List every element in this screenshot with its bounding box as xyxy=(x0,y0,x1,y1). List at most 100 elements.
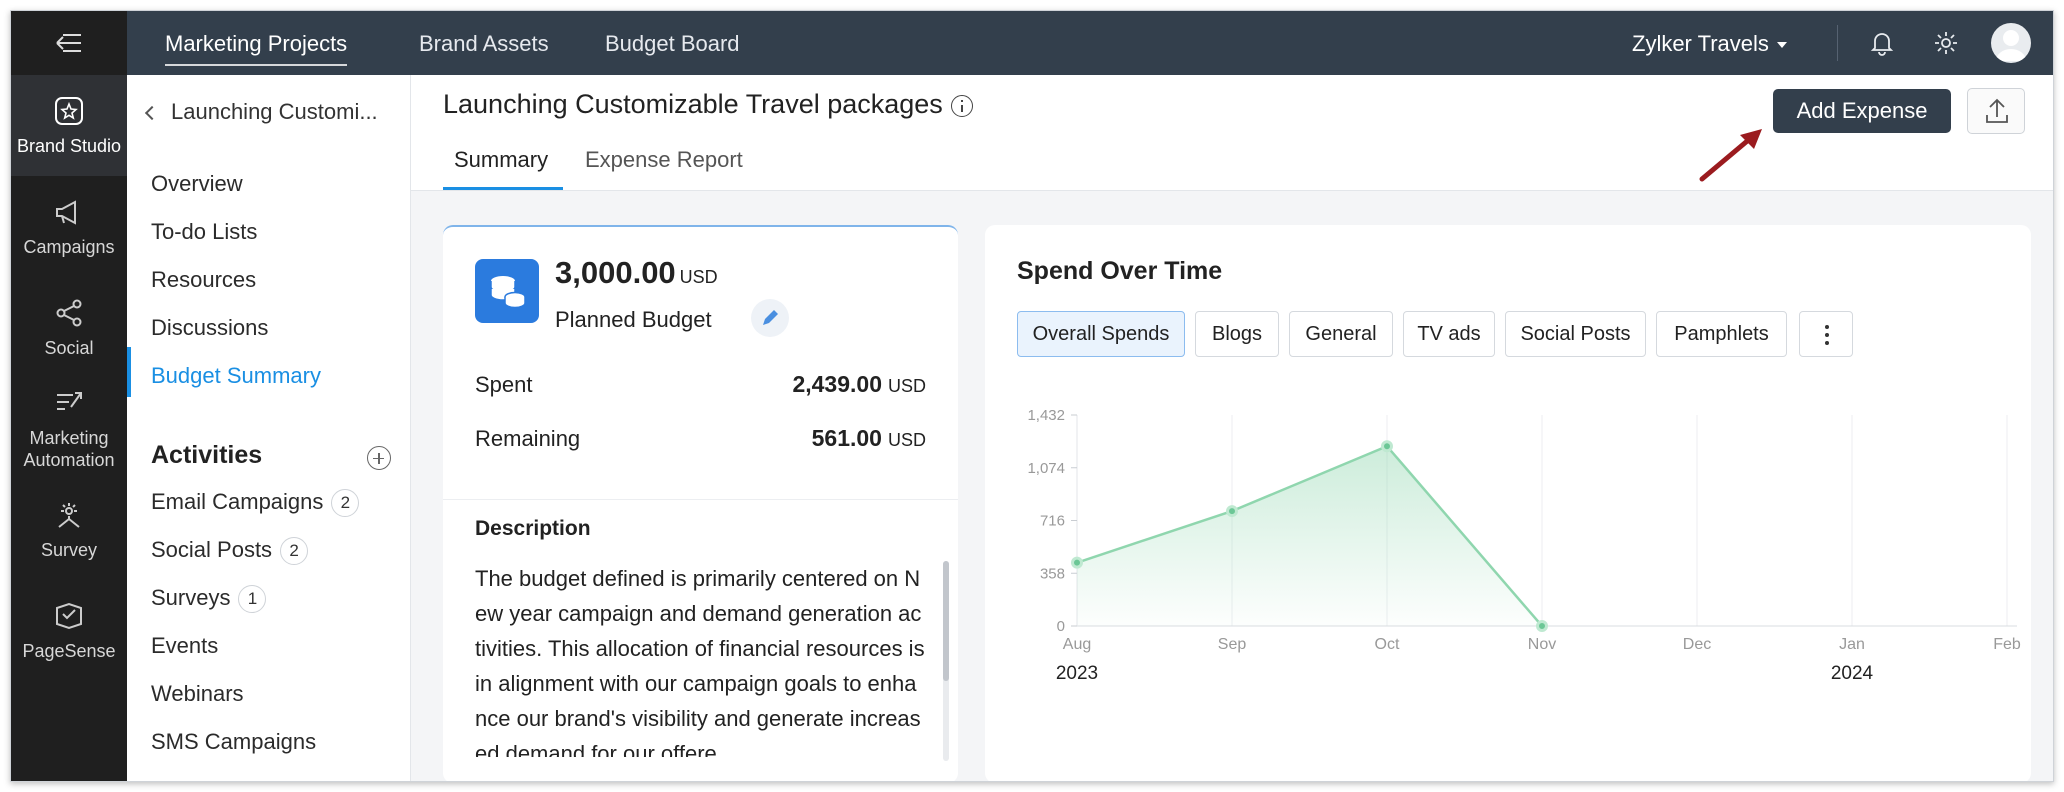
sidebar-item-todo-lists[interactable]: To-do Lists xyxy=(151,219,257,245)
app-window: Brand Studio Campaigns Social Marketing … xyxy=(10,10,2054,782)
main-content: Launching Customizable Travel packages S… xyxy=(411,75,2053,781)
brand-studio-icon xyxy=(55,96,83,125)
upload-icon xyxy=(1986,98,2008,123)
project-sidebar: Launching Customi... Overview To-do List… xyxy=(127,75,411,781)
org-name: Zylker Travels xyxy=(1632,31,1769,56)
active-indicator xyxy=(127,347,131,397)
tab-brand-assets[interactable]: Brand Assets xyxy=(419,31,549,57)
scrollbar-thumb[interactable] xyxy=(943,561,949,681)
spent-value: 2,439.00 USD xyxy=(792,371,926,398)
y-tick-label: 0 xyxy=(1057,618,1065,635)
chevron-left-icon xyxy=(144,106,160,121)
activity-social-posts[interactable]: Social Posts 2 xyxy=(151,537,309,566)
activity-sms-campaigns[interactable]: SMS Campaigns xyxy=(151,729,316,755)
page-header: Launching Customizable Travel packages S… xyxy=(411,75,2053,191)
y-tick-label: 1,432 xyxy=(1027,407,1065,424)
rail-item-survey[interactable]: Survey xyxy=(11,479,127,580)
rail-item-pagesense[interactable]: PageSense xyxy=(11,580,127,681)
currency: USD xyxy=(887,430,926,450)
org-switcher[interactable]: Zylker Travels xyxy=(1632,31,1787,57)
description-heading: Description xyxy=(475,517,591,540)
project-back-link[interactable]: Launching Customi... xyxy=(144,99,378,125)
year-label: 2023 xyxy=(1056,663,1098,684)
divider xyxy=(443,499,958,500)
rail-item-social[interactable]: Social xyxy=(11,277,127,378)
filter-blogs[interactable]: Blogs xyxy=(1195,311,1279,357)
share-icon xyxy=(56,299,82,326)
pagesense-icon xyxy=(56,602,82,629)
tab-marketing-projects[interactable]: Marketing Projects xyxy=(165,31,348,66)
count-badge: 1 xyxy=(238,585,267,614)
gear-icon[interactable] xyxy=(1933,30,1959,56)
sidebar-item-resources[interactable]: Resources xyxy=(151,267,256,293)
annotation-arrow-icon xyxy=(1699,129,1762,182)
tab-expense-report[interactable]: Expense Report xyxy=(585,147,743,173)
filter-social-posts[interactable]: Social Posts xyxy=(1505,311,1646,357)
data-point xyxy=(1536,620,1548,632)
remaining-value: 561.00 USD xyxy=(812,425,926,452)
activity-label: Email Campaigns xyxy=(151,489,324,514)
sidebar-item-discussions[interactable]: Discussions xyxy=(151,315,268,341)
add-expense-button[interactable]: Add Expense xyxy=(1773,89,1951,133)
activity-surveys[interactable]: Surveys 1 xyxy=(151,585,267,614)
y-tick-label: 716 xyxy=(1040,513,1065,530)
budget-card: 3,000.00 USD Planned Budget Spent 2,439.0… xyxy=(443,225,958,781)
currency: USD xyxy=(679,267,718,287)
spent-label: Spent xyxy=(475,372,533,397)
amount-value: 3,000.00 xyxy=(555,255,676,290)
edit-budget-button[interactable] xyxy=(751,299,789,337)
page-title-text: Launching Customizable Travel packages xyxy=(443,89,943,119)
count-badge: 2 xyxy=(331,489,360,518)
spend-over-time-card: Spend Over Time Overall Spends Blogs Gen… xyxy=(985,225,2031,781)
add-activity-icon[interactable] xyxy=(367,446,391,470)
x-tick-label: Aug xyxy=(1063,636,1091,653)
tab-budget-board[interactable]: Budget Board xyxy=(605,31,740,57)
y-tick-label: 1,074 xyxy=(1027,460,1065,477)
rail-item-marketing-automation[interactable]: Marketing Automation xyxy=(11,378,127,479)
rail-label: Campaigns xyxy=(23,236,115,257)
rail-item-brand-studio[interactable]: Brand Studio xyxy=(11,75,127,176)
activities-heading: Activities xyxy=(151,441,263,469)
sidebar-item-overview[interactable]: Overview xyxy=(151,171,243,197)
dot xyxy=(1825,333,1829,337)
filter-tv-ads[interactable]: TV ads xyxy=(1403,311,1495,357)
bell-icon[interactable] xyxy=(1869,30,1895,56)
spent-amount: 2,439.00 xyxy=(792,371,882,397)
remaining-amount: 561.00 xyxy=(811,425,882,451)
activity-webinars[interactable]: Webinars xyxy=(151,681,244,707)
tab-summary[interactable]: Summary xyxy=(454,147,548,173)
description-text: The budget defined is primarily centered… xyxy=(475,566,925,757)
export-button[interactable] xyxy=(1967,88,2025,134)
activity-label: Social Posts xyxy=(151,537,273,562)
filter-overall-spends[interactable]: Overall Spends xyxy=(1017,311,1185,357)
y-tick-label: 358 xyxy=(1040,565,1065,582)
chart-title: Spend Over Time xyxy=(1017,257,1223,285)
dot xyxy=(1825,341,1829,345)
currency: USD xyxy=(887,376,926,396)
x-tick-label: Feb xyxy=(1993,636,2021,653)
data-point xyxy=(1071,556,1083,569)
count-badge: 2 xyxy=(280,537,309,566)
megaphone-icon xyxy=(56,199,76,225)
active-tab-underline xyxy=(443,187,563,190)
activity-events[interactable]: Events xyxy=(151,633,218,659)
data-point xyxy=(1226,505,1238,518)
dot xyxy=(1825,325,1829,329)
activity-email-campaigns[interactable]: Email Campaigns 2 xyxy=(151,489,360,518)
menu-collapse-icon[interactable] xyxy=(11,11,127,75)
filter-general[interactable]: General xyxy=(1289,311,1393,357)
more-options-button[interactable] xyxy=(1799,311,1853,357)
info-icon[interactable] xyxy=(950,94,973,117)
divider xyxy=(1837,25,1838,61)
x-tick-label: Jan xyxy=(1839,636,1865,653)
x-tick-label: Sep xyxy=(1218,636,1247,653)
rail-item-campaigns[interactable]: Campaigns xyxy=(11,176,127,277)
avatar[interactable] xyxy=(1991,23,2031,63)
filter-pamphlets[interactable]: Pamphlets xyxy=(1656,311,1787,357)
survey-icon xyxy=(58,502,80,528)
planned-budget-label: Planned Budget xyxy=(555,307,712,332)
sidebar-item-budget-summary[interactable]: Budget Summary xyxy=(151,363,321,389)
planned-budget-amount: 3,000.00 USD xyxy=(555,255,718,291)
automation-icon xyxy=(57,391,82,410)
data-point xyxy=(1381,440,1393,453)
